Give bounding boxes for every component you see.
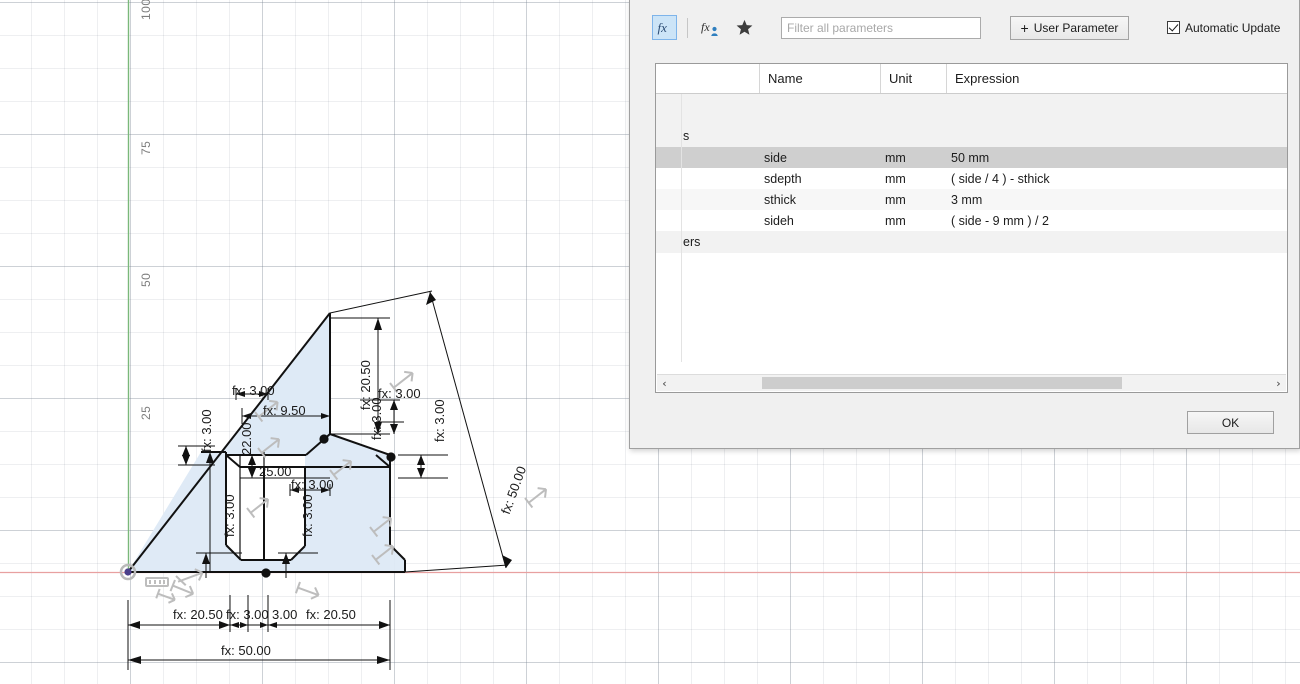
table-row[interactable]: sthick mm 3 mm — [656, 189, 1287, 210]
dimension-2500[interactable]: 25.00 — [259, 464, 292, 479]
dimension-br-3[interactable]: fx: 3.00 — [300, 494, 315, 537]
column-header-name[interactable]: Name — [760, 64, 881, 93]
column-header-expression[interactable]: Expression — [947, 64, 1287, 93]
fx-user-parameter-button[interactable]: fx — [698, 15, 723, 40]
svg-text:fx: fx — [658, 20, 668, 35]
dimension-3-vert-a[interactable]: fx: 3.00 — [369, 397, 384, 440]
dimension-bottom-5000[interactable]: fx: 50.00 — [221, 643, 271, 658]
table-row[interactable]: side mm 50 mm — [656, 147, 1287, 168]
table-gridline-left — [681, 94, 682, 362]
dimension-bottom-3b[interactable]: 3.00 — [272, 607, 297, 622]
parameters-table-body: s side mm 50 mm sdepth mm ( side / 4 ) -… — [656, 94, 1287, 362]
axis-tick-75: 75 — [139, 140, 153, 155]
row-expression[interactable]: ( side / 4 ) - sthick — [947, 168, 1287, 189]
dimension-bottom-2050-right[interactable]: fx: 20.50 — [306, 607, 356, 622]
plus-icon: + — [1020, 19, 1029, 36]
table-row[interactable]: sideh mm ( side - 9 mm ) / 2 — [656, 210, 1287, 231]
scrollbar-track[interactable] — [672, 375, 1271, 391]
row-indent-cell — [656, 189, 760, 210]
fx-parameters-button[interactable]: fx — [652, 15, 677, 40]
row-expression[interactable]: 3 mm — [947, 189, 1287, 210]
svg-text:fx: fx — [701, 20, 710, 34]
parameters-table-header: Name Unit Expression — [656, 64, 1287, 94]
fx-user-icon: fx — [701, 20, 718, 36]
scroll-right-arrow-icon[interactable]: › — [1271, 375, 1286, 391]
dimension-bottom-2050-left[interactable]: fx: 20.50 — [173, 607, 223, 622]
table-spacer-row — [656, 94, 1287, 125]
row-unit[interactable]: mm — [881, 168, 947, 189]
row-unit[interactable]: mm — [881, 189, 947, 210]
axis-tick-50: 50 — [139, 272, 153, 287]
dimension-left-3[interactable]: fx: 3.00 — [199, 409, 214, 452]
dimension-top-3[interactable]: fx: 3.00 — [232, 383, 275, 398]
row-expression[interactable]: ( side - 9 mm ) / 2 — [947, 210, 1287, 231]
row-indent-cell — [656, 210, 760, 231]
automatic-update-label: Automatic Update — [1185, 20, 1281, 35]
dimension-bottom-3a[interactable]: fx: 3.00 — [226, 607, 269, 622]
toolbar-divider — [687, 17, 688, 38]
dimension-mid-3[interactable]: fx: 3.00 — [291, 477, 334, 492]
row-name[interactable]: sdepth — [760, 168, 881, 189]
favorites-star-button[interactable] — [732, 15, 757, 40]
dimension-bl-3[interactable]: fx: 3.00 — [222, 494, 237, 537]
group-row-model-parameters[interactable]: s — [656, 125, 1287, 147]
filter-parameters-input[interactable] — [781, 16, 981, 39]
add-user-parameter-label: User Parameter — [1033, 20, 1119, 35]
group-row-user-parameters[interactable]: ers — [656, 231, 1287, 253]
row-unit[interactable]: mm — [881, 210, 947, 231]
group-label-model-parameters: s — [683, 129, 690, 143]
group-label-user-parameters: ers — [683, 235, 701, 249]
parameters-table[interactable]: Name Unit Expression s side mm 50 mm sde… — [655, 63, 1288, 393]
star-icon — [736, 19, 753, 35]
row-name[interactable]: sthick — [760, 189, 881, 210]
dimension-2200[interactable]: 22.00 — [239, 422, 254, 455]
automatic-update-checkbox[interactable] — [1167, 21, 1180, 34]
row-indent-cell — [656, 168, 760, 189]
parameters-toolbar: fx fx + User Parameter Automatic Update — [630, 0, 1299, 56]
column-header-blank[interactable] — [656, 64, 760, 93]
dimension-right-3a[interactable]: fx: 3.00 — [378, 386, 421, 401]
table-row[interactable]: sdepth mm ( side / 4 ) - sthick — [656, 168, 1287, 189]
axis-tick-100: 100 — [139, 0, 153, 20]
parameters-dialog: fx fx + User Parameter Automatic Update — [629, 0, 1300, 449]
ok-button[interactable]: OK — [1187, 411, 1274, 434]
scrollbar-thumb[interactable] — [762, 377, 1122, 389]
row-indent-cell — [656, 147, 760, 168]
row-name[interactable]: side — [760, 147, 881, 168]
dimension-950[interactable]: fx: 9.50 — [263, 403, 306, 418]
add-user-parameter-button[interactable]: + User Parameter — [1010, 15, 1129, 40]
automatic-update-toggle[interactable]: Automatic Update — [1167, 21, 1280, 35]
axis-tick-25: 25 — [139, 405, 153, 420]
column-header-unit[interactable]: Unit — [881, 64, 947, 93]
row-expression[interactable]: 50 mm — [947, 147, 1287, 168]
row-name[interactable]: sideh — [760, 210, 881, 231]
row-unit[interactable]: mm — [881, 147, 947, 168]
table-horizontal-scrollbar[interactable]: ‹ › — [657, 374, 1286, 391]
fx-icon: fx — [658, 20, 668, 35]
dimension-right-3b[interactable]: fx: 3.00 — [432, 399, 447, 442]
scroll-left-arrow-icon[interactable]: ‹ — [657, 375, 672, 391]
